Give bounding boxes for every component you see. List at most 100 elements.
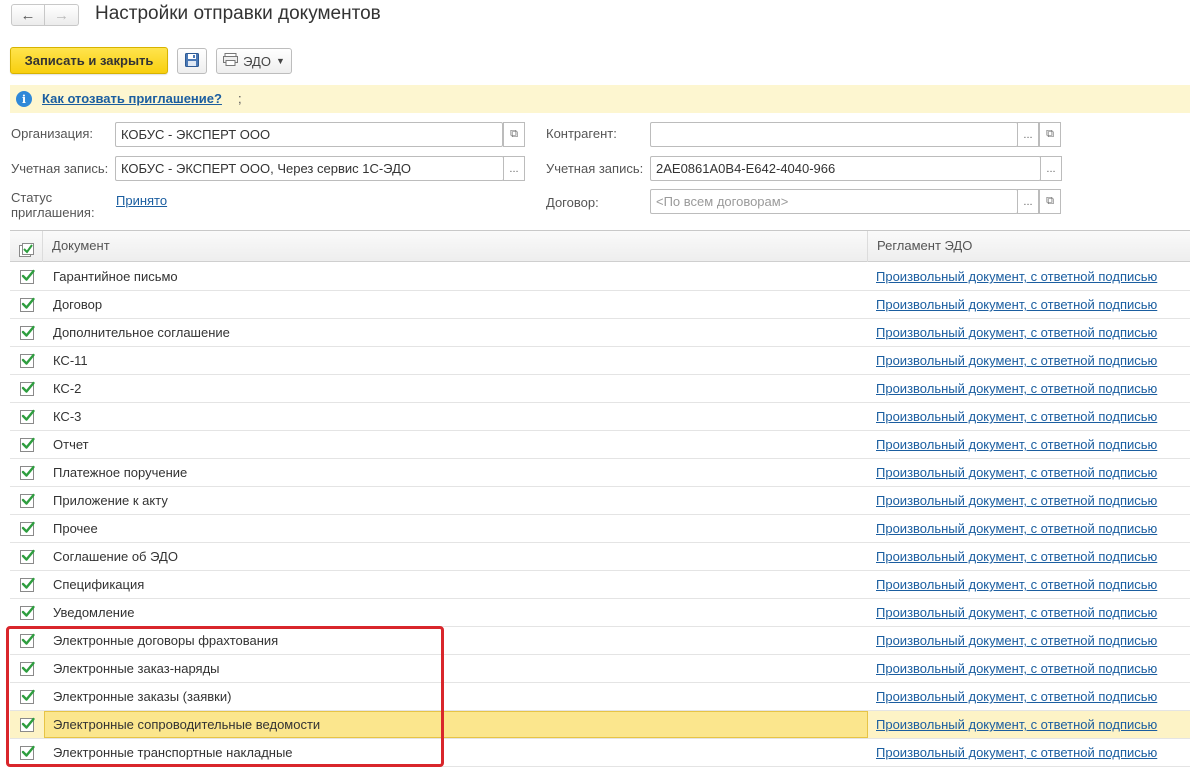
regulation-link[interactable]: Произвольный документ, с ответной подпис… <box>876 353 1157 368</box>
row-checkbox[interactable] <box>20 353 35 368</box>
regulation-link[interactable]: Произвольный документ, с ответной подпис… <box>876 465 1157 480</box>
row-checkbox[interactable] <box>20 297 35 312</box>
account-left-field[interactable]: КОБУС - ЭКСПЕРТ ООО, Через сервис 1С-ЭДО <box>115 156 504 181</box>
row-checkbox[interactable] <box>20 549 35 564</box>
regulation-link[interactable]: Произвольный документ, с ответной подпис… <box>876 325 1157 340</box>
regulation-link[interactable]: Произвольный документ, с ответной подпис… <box>876 605 1157 620</box>
select-all-header[interactable] <box>10 231 43 262</box>
document-cell[interactable]: Прочее <box>44 515 868 542</box>
row-checkbox-cell[interactable] <box>10 515 44 543</box>
document-cell[interactable]: Платежное поручение <box>44 459 868 486</box>
row-checkbox-cell[interactable] <box>10 375 44 403</box>
row-checkbox-cell[interactable] <box>10 319 44 347</box>
counterparty-open-button[interactable]: ⧉ <box>1039 122 1061 147</box>
document-cell[interactable]: Договор <box>44 291 868 318</box>
table-row[interactable]: Прочее Произвольный документ, с ответной … <box>10 515 1190 543</box>
column-header-document[interactable]: Документ <box>44 231 868 262</box>
document-cell[interactable]: Электронные заказы (заявки) <box>44 683 868 710</box>
table-row[interactable]: Электронные сопроводительные ведомости Пр… <box>10 711 1190 739</box>
row-checkbox-cell[interactable] <box>10 571 44 599</box>
row-checkbox-cell[interactable] <box>10 739 44 767</box>
row-checkbox-cell[interactable] <box>10 683 44 711</box>
document-cell[interactable]: КС-2 <box>44 375 868 402</box>
regulation-link[interactable]: Произвольный документ, с ответной подпис… <box>876 269 1157 284</box>
table-row[interactable]: Договор Произвольный документ, с ответной… <box>10 291 1190 319</box>
document-cell[interactable]: Электронные договоры фрахтования <box>44 627 868 654</box>
forward-button[interactable]: → <box>45 4 79 26</box>
table-row[interactable]: КС-11 Произвольный документ, с ответной п… <box>10 347 1190 375</box>
table-row[interactable]: Платежное поручение Произвольный документ… <box>10 459 1190 487</box>
document-cell[interactable]: КС-3 <box>44 403 868 430</box>
row-checkbox[interactable] <box>20 493 35 508</box>
row-checkbox[interactable] <box>20 269 35 284</box>
row-checkbox[interactable] <box>20 689 35 704</box>
regulation-link[interactable]: Произвольный документ, с ответной подпис… <box>876 549 1157 564</box>
document-cell[interactable]: Гарантийное письмо <box>44 263 868 290</box>
table-row[interactable]: Спецификация Произвольный документ, с отв… <box>10 571 1190 599</box>
document-cell[interactable]: Отчет <box>44 431 868 458</box>
regulation-link[interactable]: Произвольный документ, с ответной подпис… <box>876 437 1157 452</box>
row-checkbox-cell[interactable] <box>10 599 44 627</box>
table-row[interactable]: Гарантийное письмо Произвольный документ,… <box>10 263 1190 291</box>
regulation-link[interactable]: Произвольный документ, с ответной подпис… <box>876 521 1157 536</box>
regulation-link[interactable]: Произвольный документ, с ответной подпис… <box>876 661 1157 676</box>
save-button[interactable] <box>177 48 207 74</box>
row-checkbox-cell[interactable] <box>10 291 44 319</box>
row-checkbox-cell[interactable] <box>10 403 44 431</box>
table-row[interactable]: Электронные транспортные накладные Произв… <box>10 739 1190 767</box>
organization-field[interactable]: КОБУС - ЭКСПЕРТ ООО <box>115 122 503 147</box>
table-row[interactable]: Электронные заказ-наряды Произвольный док… <box>10 655 1190 683</box>
document-cell[interactable]: Спецификация <box>44 571 868 598</box>
row-checkbox[interactable] <box>20 409 35 424</box>
row-checkbox-cell[interactable] <box>10 487 44 515</box>
row-checkbox[interactable] <box>20 577 35 592</box>
row-checkbox-cell[interactable] <box>10 431 44 459</box>
row-checkbox[interactable] <box>20 605 35 620</box>
status-link[interactable]: Принято <box>116 193 167 208</box>
edo-menu-button[interactable]: ЭДО ▼ <box>216 48 292 74</box>
regulation-link[interactable]: Произвольный документ, с ответной подпис… <box>876 689 1157 704</box>
counterparty-select-button[interactable]: ... <box>1017 122 1039 147</box>
row-checkbox[interactable] <box>20 465 35 480</box>
contract-open-button[interactable]: ⧉ <box>1039 189 1061 214</box>
row-checkbox-cell[interactable] <box>10 543 44 571</box>
document-cell[interactable]: Уведомление <box>44 599 868 626</box>
row-checkbox[interactable] <box>20 521 35 536</box>
regulation-link[interactable]: Произвольный документ, с ответной подпис… <box>876 577 1157 592</box>
row-checkbox[interactable] <box>20 745 35 760</box>
document-cell[interactable]: КС-11 <box>44 347 868 374</box>
save-and-close-button[interactable]: Записать и закрыть <box>10 47 168 74</box>
account-left-select-button[interactable]: ... <box>503 156 525 181</box>
contract-select-button[interactable]: ... <box>1017 189 1039 214</box>
table-row[interactable]: КС-3 Произвольный документ, с ответной по… <box>10 403 1190 431</box>
account-right-select-button[interactable]: ... <box>1040 156 1062 181</box>
table-row[interactable]: КС-2 Произвольный документ, с ответной по… <box>10 375 1190 403</box>
regulation-link[interactable]: Произвольный документ, с ответной подпис… <box>876 493 1157 508</box>
document-cell[interactable]: Дополнительное соглашение <box>44 319 868 346</box>
document-cell[interactable]: Соглашение об ЭДО <box>44 543 868 570</box>
row-checkbox[interactable] <box>20 437 35 452</box>
regulation-link[interactable]: Произвольный документ, с ответной подпис… <box>876 633 1157 648</box>
contract-field[interactable]: <По всем договорам> <box>650 189 1018 214</box>
regulation-link[interactable]: Произвольный документ, с ответной подпис… <box>876 717 1157 732</box>
back-button[interactable]: ← <box>11 4 45 26</box>
table-row[interactable]: Соглашение об ЭДО Произвольный документ, … <box>10 543 1190 571</box>
table-row[interactable]: Уведомление Произвольный документ, с отве… <box>10 599 1190 627</box>
document-cell[interactable]: Электронные сопроводительные ведомости <box>44 711 868 738</box>
counterparty-field[interactable] <box>650 122 1018 147</box>
row-checkbox-cell[interactable] <box>10 459 44 487</box>
document-cell[interactable]: Электронные транспортные накладные <box>44 739 868 766</box>
column-header-regulation[interactable]: Регламент ЭДО <box>869 231 1190 262</box>
row-checkbox[interactable] <box>20 381 35 396</box>
table-row[interactable]: Электронные заказы (заявки) Произвольный … <box>10 683 1190 711</box>
row-checkbox-cell[interactable] <box>10 627 44 655</box>
table-row[interactable]: Электронные договоры фрахтования Произвол… <box>10 627 1190 655</box>
regulation-link[interactable]: Произвольный документ, с ответной подпис… <box>876 381 1157 396</box>
table-row[interactable]: Отчет Произвольный документ, с ответной п… <box>10 431 1190 459</box>
row-checkbox[interactable] <box>20 717 35 732</box>
regulation-link[interactable]: Произвольный документ, с ответной подпис… <box>876 297 1157 312</box>
row-checkbox-cell[interactable] <box>10 347 44 375</box>
row-checkbox[interactable] <box>20 633 35 648</box>
row-checkbox-cell[interactable] <box>10 711 44 739</box>
revoke-invitation-link[interactable]: Как отозвать приглашение? <box>42 91 222 106</box>
